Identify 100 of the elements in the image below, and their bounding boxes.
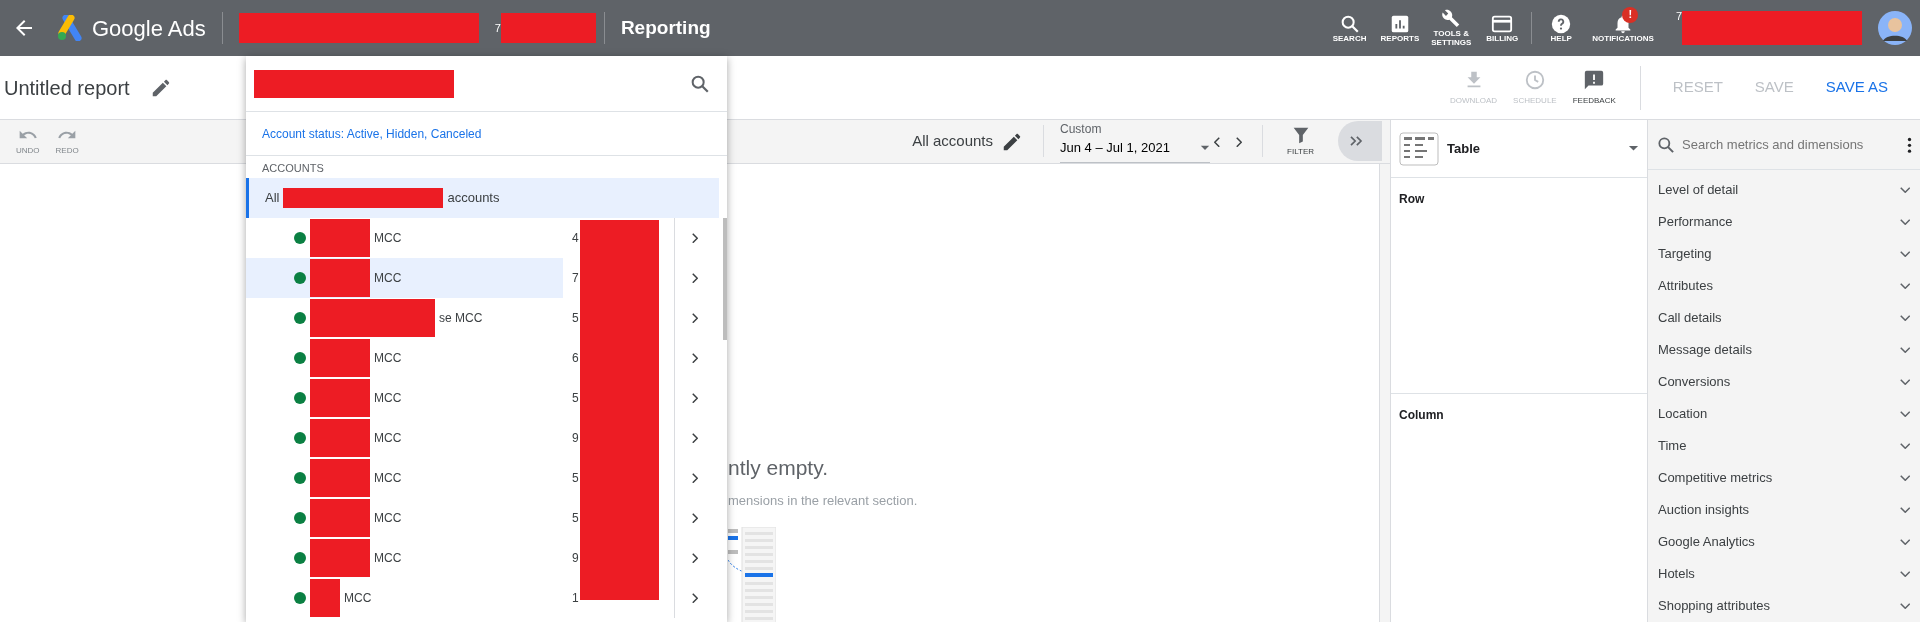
chevron-right-icon xyxy=(1236,136,1243,148)
chevron-down-icon xyxy=(1899,187,1910,193)
chevron-down-icon xyxy=(1899,539,1910,545)
alert-badge: ! xyxy=(1622,6,1639,23)
logo-icon xyxy=(56,15,84,41)
avatar[interactable] xyxy=(1878,11,1912,45)
date-range-label: Custom xyxy=(1060,121,1103,138)
chevron-down-icon xyxy=(1899,379,1910,385)
account-row[interactable]: MCC 9 xyxy=(246,538,719,578)
redaction-bar xyxy=(310,459,370,497)
account-id: 5 xyxy=(572,390,579,407)
redaction-bar xyxy=(310,499,370,537)
account-id: 7 xyxy=(494,20,501,36)
search-field[interactable]: Search metrics and dimensions xyxy=(1680,133,1880,156)
category-row[interactable]: Location xyxy=(1648,398,1920,430)
nav-button[interactable]: HELP xyxy=(1536,12,1587,44)
redaction-bar xyxy=(310,379,370,417)
account-id: 9 xyxy=(572,550,579,567)
caret-icon xyxy=(1200,144,1211,151)
nav-button[interactable]: REPORTS xyxy=(1374,12,1426,44)
redaction-bar xyxy=(310,419,370,457)
all-accounts-row[interactable]: All accounts xyxy=(246,178,719,218)
account-row[interactable]: MCC 5 xyxy=(246,458,719,498)
section-heading: Row xyxy=(1399,192,1425,206)
account-row[interactable]: MCC 4 xyxy=(246,218,719,258)
account-id: 1 xyxy=(572,590,579,607)
account-id: 6 xyxy=(572,350,579,367)
filter-button[interactable]: FILTER xyxy=(1279,124,1322,159)
nav-button[interactable]: TOOLS & SETTINGS xyxy=(1425,8,1478,48)
category-row[interactable]: Time xyxy=(1648,430,1920,462)
table-icon xyxy=(1399,131,1439,166)
account-name: MCC xyxy=(374,430,402,447)
chevron-down-icon xyxy=(1899,315,1910,321)
user-id: 7 xyxy=(1675,9,1682,24)
page-title: Reporting xyxy=(620,15,711,40)
search-icon xyxy=(1656,134,1676,155)
chevron-right-icon xyxy=(691,592,698,604)
chevron-down-icon xyxy=(1899,475,1910,481)
status-filter-link[interactable]: Account status: Active, Hidden, Canceled xyxy=(262,124,482,143)
chevron-right-icon xyxy=(691,392,698,404)
scope-label: All accounts xyxy=(912,131,994,151)
account-id: 9 xyxy=(572,430,579,447)
redaction-bar xyxy=(310,339,370,377)
category-row[interactable]: Attributes xyxy=(1648,270,1920,302)
chevron-down-icon xyxy=(1899,283,1910,289)
category-row[interactable]: Level of detail xyxy=(1648,174,1920,206)
chevron-right-icon xyxy=(691,352,698,364)
account-name: MCC xyxy=(374,230,402,247)
help-icon xyxy=(1550,12,1573,35)
chevron-down-icon xyxy=(1899,219,1910,225)
account-id: 5 xyxy=(572,510,579,527)
account-name: MCC xyxy=(374,550,402,567)
more-vert-icon xyxy=(1907,136,1912,154)
clock-icon xyxy=(1523,68,1546,91)
category-row[interactable]: Call details xyxy=(1648,302,1920,334)
text-button[interactable]: SAVE AS xyxy=(1809,70,1904,105)
feedback-icon xyxy=(1583,68,1606,91)
redaction-bar xyxy=(310,219,370,257)
account-name: MCC xyxy=(374,470,402,487)
account-row[interactable]: MCC 9 xyxy=(246,418,719,458)
chevron-right-icon xyxy=(691,472,698,484)
category-row[interactable]: Shopping attributes xyxy=(1648,590,1920,622)
account-name: MCC xyxy=(374,270,402,287)
account-name: MCC xyxy=(344,590,372,607)
account-id: 7 xyxy=(572,270,579,287)
category-row[interactable]: Auction insights xyxy=(1648,494,1920,526)
account-name: MCC xyxy=(374,510,402,527)
category-row[interactable]: Hotels xyxy=(1648,558,1920,590)
collapse-panel-button[interactable] xyxy=(1338,121,1382,162)
chevron-right-icon xyxy=(691,312,698,324)
brand-name: Google Ads xyxy=(92,14,206,43)
accounts-suffix: accounts xyxy=(447,189,500,208)
empty-state-title: ntly empty. xyxy=(728,454,829,481)
chevron-down-icon xyxy=(1899,251,1910,257)
section-heading: Column xyxy=(1399,408,1444,422)
account-name: se MCC xyxy=(439,310,483,327)
category-row[interactable]: Message details xyxy=(1648,334,1920,366)
account-row[interactable]: MCC 6 xyxy=(246,338,719,378)
all-prefix: All xyxy=(265,189,280,208)
nav-button[interactable]: BILLING xyxy=(1477,12,1528,44)
account-row[interactable]: MCC 5 xyxy=(246,378,719,418)
category-row[interactable]: Targeting xyxy=(1648,238,1920,270)
chevron-right-icon xyxy=(691,512,698,524)
chevron-right-icon xyxy=(691,432,698,444)
chevron-right-icon xyxy=(691,272,698,284)
category-row[interactable]: Competitive metrics xyxy=(1648,462,1920,494)
redaction-bar xyxy=(310,539,370,577)
category-row[interactable]: Performance xyxy=(1648,206,1920,238)
account-row[interactable]: se MCC 5 xyxy=(246,298,719,338)
account-row[interactable]: MCC 5 xyxy=(246,498,719,538)
account-id: 5 xyxy=(572,310,579,327)
category-row[interactable]: Conversions xyxy=(1648,366,1920,398)
account-name: MCC xyxy=(374,350,402,367)
toolbar-button[interactable]: FEEDBACK xyxy=(1564,68,1624,107)
date-range-dropdown[interactable]: Jun 4 – Jul 1, 2021 xyxy=(1060,138,1211,163)
section-label: ACCOUNTS xyxy=(262,162,324,174)
account-row[interactable]: MCC 1 xyxy=(246,578,719,618)
category-row[interactable]: Google Analytics xyxy=(1648,526,1920,558)
chevron-left-icon xyxy=(1214,136,1221,148)
nav-button[interactable]: SEARCH xyxy=(1324,12,1375,44)
